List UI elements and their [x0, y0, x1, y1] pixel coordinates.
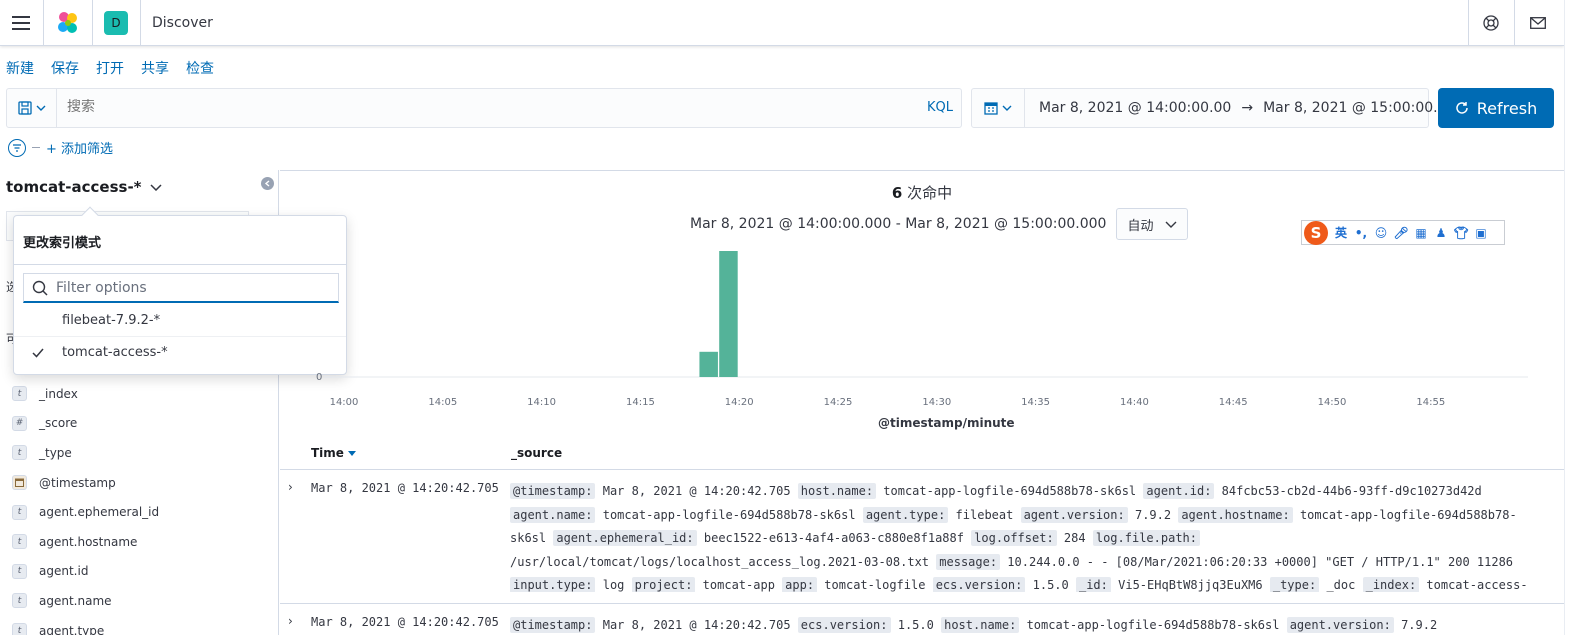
string-type-icon: t [12, 623, 27, 635]
string-type-icon: t [12, 593, 27, 609]
sort-down-icon [348, 451, 357, 456]
source-key: @timestamp: [510, 617, 596, 633]
x-tick-label: 14:45 [1219, 397, 1248, 408]
source-key: input.type: [510, 577, 596, 592]
source-key: host.name: [797, 483, 877, 499]
source-value: _doc [1326, 578, 1356, 592]
field-name: agent.ephemeral_id [39, 505, 160, 520]
field-item[interactable]: t _type [12, 438, 159, 468]
row-source: @timestamp: Mar 8, 2021 @ 14:20:42.705 e… [510, 614, 1545, 635]
x-tick-label: 14:05 [428, 397, 457, 408]
x-tick-label: 14:55 [1416, 397, 1445, 408]
field-item[interactable]: @timestamp [12, 468, 159, 498]
histogram-bar[interactable] [699, 351, 718, 377]
string-type-icon: t [12, 504, 27, 520]
source-value: tomcat-app [702, 578, 775, 592]
source-key: message: [936, 553, 1001, 570]
source-value: Mar 8, 2021 @ 14:20:42.705 [602, 484, 791, 498]
x-tick-label: 14:10 [527, 397, 556, 408]
source-value: /usr/local/tomcat/logs/localhost_access_… [510, 554, 930, 569]
x-tick-label: 14:20 [725, 397, 754, 408]
source-key: app: [782, 577, 818, 592]
expand-row-icon[interactable]: › [288, 614, 293, 628]
source-value: tomcat-app-logfile-694d588b78-sk6sl [1026, 618, 1280, 632]
histogram-chart: 14:00 14:05 14:10 14:15 14:20 14:25 14:30 14:35… [324, 251, 1528, 408]
date-type-icon [12, 475, 27, 491]
source-value: tomcat-app-logfile-694d588b78-sk6sl [883, 484, 1137, 498]
source-value: 7.9.2 [1401, 618, 1438, 632]
field-name: agent.type [39, 623, 105, 635]
field-name: agent.id [39, 564, 89, 579]
source-key: ecs.version: [932, 577, 1026, 592]
source-key: log.offset: [971, 530, 1057, 546]
source-value: beec1522-e613-4af4-a063-c880e8f1a88f [703, 531, 964, 545]
x-tick-label: 14:25 [824, 397, 853, 408]
source-value: 84fcbc53-cb2d-44b6-93ff-d9c10273d42d [1221, 484, 1482, 498]
string-type-icon: t [12, 534, 27, 550]
source-key: agent.name: [510, 506, 596, 523]
x-tick-label: 14:40 [1120, 397, 1149, 408]
source-key: _index: [1362, 577, 1420, 592]
source-key: @timestamp: [510, 483, 596, 499]
row-time: Mar 8, 2021 @ 14:20:42.705 [311, 481, 499, 495]
source-key: agent.version: [1286, 617, 1394, 633]
x-axis-title: @timestamp/minute [878, 416, 1015, 430]
table-row: › Mar 8, 2021 @ 14:20:42.705 @timestamp:… [280, 480, 1564, 603]
x-tick-label: 14:50 [1318, 397, 1347, 408]
field-item[interactable]: t agent.name [12, 586, 159, 616]
column-time[interactable]: Time [311, 446, 357, 460]
source-key: agent.hostname: [1178, 506, 1293, 523]
source-key: log.file.path: [1092, 530, 1200, 546]
source-value: log [602, 578, 625, 592]
source-value: 284 [1063, 531, 1086, 545]
field-item[interactable]: t agent.type [12, 616, 159, 635]
field-item[interactable]: t agent.id [12, 557, 159, 587]
source-value: 1.5.0 [897, 618, 934, 632]
field-name: _type [39, 445, 72, 460]
x-tick-label: 14:00 [330, 397, 359, 408]
y-tick-label: 0 [316, 372, 323, 383]
source-value: tomcat-app-logfile-694d588b78-sk6sl [602, 507, 856, 522]
source-value: Mar 8, 2021 @ 14:20:42.705 [602, 618, 791, 632]
histogram-bar[interactable] [719, 251, 738, 377]
field-name: agent.hostname [39, 534, 138, 549]
field-name: agent.name [39, 593, 112, 608]
string-type-icon: t [12, 563, 27, 579]
x-tick-label: 14:35 [1021, 397, 1050, 408]
expand-row-icon[interactable]: › [288, 480, 293, 494]
source-key: ecs.version: [797, 617, 891, 633]
table-row: › Mar 8, 2021 @ 14:20:42.705 @timestamp:… [280, 614, 1564, 635]
column-source: _source [511, 446, 563, 460]
source-key: agent.type: [862, 506, 949, 523]
source-key: agent.id: [1143, 483, 1215, 499]
source-value: 7.9.2 [1134, 507, 1172, 522]
field-item[interactable]: t agent.ephemeral_id [12, 497, 159, 527]
source-key: agent.version: [1020, 506, 1128, 523]
row-source: @timestamp: Mar 8, 2021 @ 14:20:42.705 h… [510, 480, 1545, 592]
source-value: 10.244.0.0 - - [08/Mar/2021:06:20:33 +00… [1007, 554, 1514, 569]
source-value: filebeat [955, 507, 1014, 522]
source-key: _id: [1075, 577, 1111, 592]
source-key: host.name: [941, 617, 1020, 633]
source-value: Vi5-EHqBtW8jjq3EuXM6 [1118, 578, 1263, 592]
row-time: Mar 8, 2021 @ 14:20:42.705 [311, 615, 499, 629]
x-tick-label: 14:30 [922, 397, 951, 408]
string-type-icon: t [12, 445, 27, 461]
source-value: tomcat-logfile [824, 578, 926, 592]
source-key: _type: [1269, 577, 1320, 592]
column-time-label: Time [311, 446, 344, 460]
x-tick-label: 14:15 [626, 397, 655, 408]
field-item[interactable]: t agent.hostname [12, 527, 159, 557]
source-key: project: [631, 577, 696, 592]
field-name: @timestamp [39, 475, 116, 490]
source-value: 1.5.0 [1032, 578, 1069, 592]
source-key: agent.ephemeral_id: [553, 530, 697, 546]
